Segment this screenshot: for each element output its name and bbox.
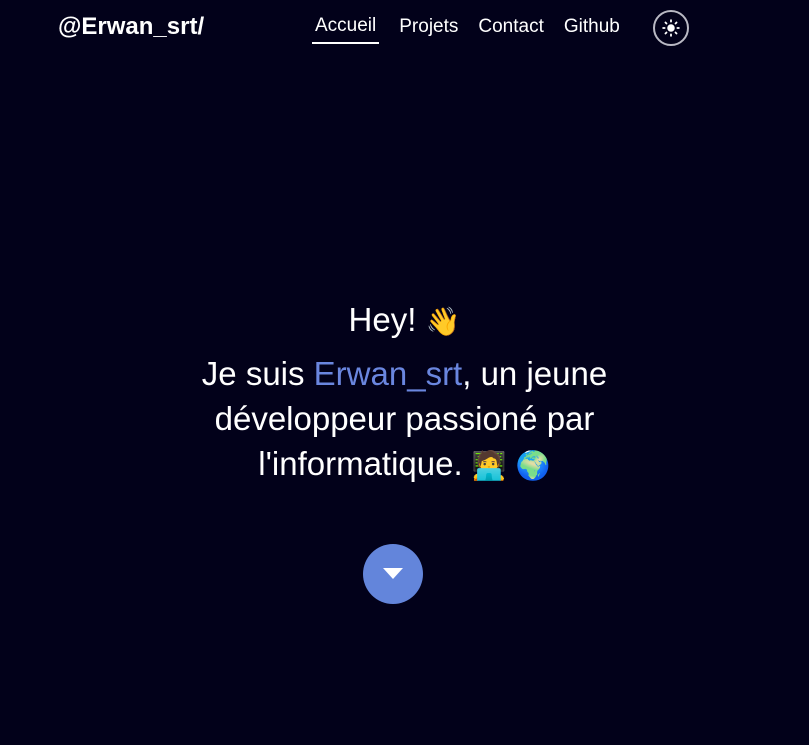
nav-link-accueil[interactable]: Accueil <box>312 14 380 44</box>
page: @Erwan_srt/ Accueil Projets Contact Gith… <box>0 0 809 745</box>
waving-hand-emoji: 👋 <box>425 305 461 338</box>
greeting-text: Hey! <box>348 301 417 338</box>
hero-section: Hey! 👋 Je suis Erwan_srt, un jeune dével… <box>0 296 809 488</box>
nav-link-contact[interactable]: Contact <box>478 15 543 43</box>
caret-down-icon <box>383 568 403 579</box>
site-header: @Erwan_srt/ Accueil Projets Contact Gith… <box>0 0 809 56</box>
hero-greeting: Hey! 👋 <box>0 296 809 346</box>
theme-toggle-button[interactable] <box>653 10 689 46</box>
main-nav: Accueil Projets Contact Github <box>312 14 640 44</box>
developer-emoji: 🧑‍💻 <box>471 449 507 482</box>
hero-intro: Je suis Erwan_srt, un jeune développeur … <box>165 351 645 488</box>
site-logo[interactable]: @Erwan_srt/ <box>58 13 204 41</box>
sun-icon <box>662 19 680 37</box>
scroll-down-button[interactable] <box>363 544 423 604</box>
globe-emoji: 🌍 <box>515 449 551 482</box>
nav-link-github[interactable]: Github <box>564 15 620 43</box>
nav-link-projets[interactable]: Projets <box>399 15 458 43</box>
intro-text-before: Je suis <box>201 355 314 392</box>
intro-name-highlight: Erwan_srt <box>313 355 463 392</box>
